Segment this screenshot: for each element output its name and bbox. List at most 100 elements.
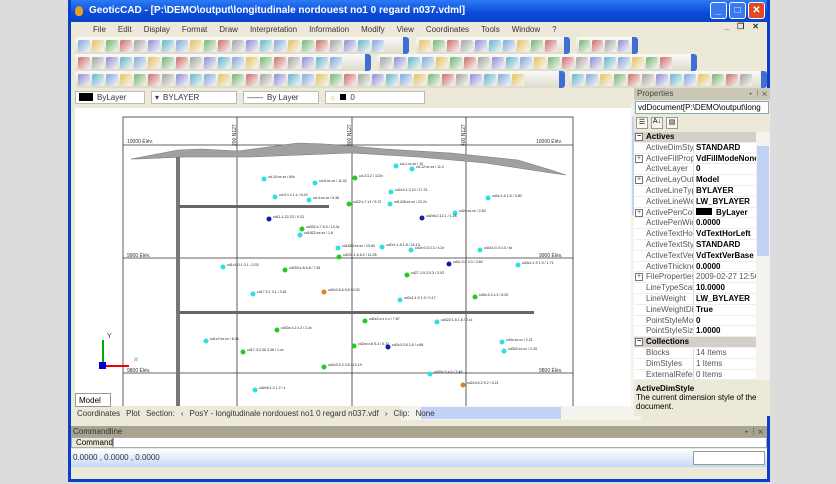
drill-point[interactable] bbox=[321, 364, 327, 370]
property-row[interactable]: ActiveLineWeightLW_BYLAYER bbox=[634, 196, 756, 208]
mdi-minimize-icon[interactable]: _ bbox=[725, 22, 729, 31]
drill-point[interactable] bbox=[472, 294, 478, 300]
menu-file[interactable]: File bbox=[93, 25, 106, 34]
toolbar-button-icon[interactable] bbox=[260, 56, 272, 69]
drill-point[interactable] bbox=[274, 327, 280, 333]
toolbar-button-icon[interactable] bbox=[503, 39, 515, 52]
toolbar-button-icon[interactable] bbox=[92, 39, 104, 52]
drill-point[interactable] bbox=[404, 272, 410, 278]
toolbar-button-icon[interactable] bbox=[506, 56, 518, 69]
expand-icon[interactable]: + bbox=[635, 176, 643, 185]
drill-point[interactable] bbox=[261, 176, 267, 182]
panel-controls[interactable]: ▾ ᛁ ✕ bbox=[748, 88, 767, 100]
toolbar-button-icon[interactable] bbox=[419, 39, 431, 52]
command-input[interactable] bbox=[113, 437, 767, 448]
property-value[interactable]: 0.0000 bbox=[694, 262, 756, 272]
toolbar-button-icon[interactable] bbox=[456, 73, 468, 86]
drill-point[interactable] bbox=[335, 245, 341, 251]
toolbar-button-icon[interactable] bbox=[260, 39, 272, 52]
toolbar-button-icon[interactable] bbox=[628, 73, 640, 86]
categorized-icon[interactable]: ☰ bbox=[636, 117, 648, 129]
property-row[interactable]: DimStyles 1 Items bbox=[634, 358, 756, 370]
coordinates-button[interactable]: Coordinates bbox=[77, 409, 120, 418]
drill-point[interactable] bbox=[460, 382, 466, 388]
layer-select[interactable]: ☼ 0 bbox=[325, 90, 425, 104]
toolbar-button-icon[interactable] bbox=[670, 73, 682, 86]
toolbar-button-icon[interactable] bbox=[358, 73, 370, 86]
toolbar-button-icon[interactable] bbox=[400, 73, 412, 86]
toolbar-button-icon[interactable] bbox=[232, 39, 244, 52]
property-row[interactable]: + ActiveLayOut Model bbox=[634, 175, 756, 186]
property-value[interactable]: 0 Items bbox=[694, 370, 756, 380]
toolbar-button-icon[interactable] bbox=[302, 73, 314, 86]
toolbar-button-icon[interactable] bbox=[372, 39, 384, 52]
toolbar-button-icon[interactable] bbox=[517, 39, 529, 52]
toolbar-button-icon[interactable] bbox=[386, 73, 398, 86]
toolbar-button-icon[interactable] bbox=[176, 56, 188, 69]
drill-point[interactable] bbox=[272, 194, 278, 200]
drill-point[interactable] bbox=[485, 195, 491, 201]
mdi-close-icon[interactable]: ✕ bbox=[752, 22, 759, 31]
maximize-button[interactable]: □ bbox=[729, 2, 746, 19]
drill-point[interactable] bbox=[297, 232, 303, 238]
toolbar-button-icon[interactable] bbox=[120, 39, 132, 52]
drawing-canvas[interactable]: 10000 Élév. 10000 Élév. 9900 Élév. 9900 … bbox=[75, 108, 631, 418]
toolbar-button-icon[interactable] bbox=[408, 56, 420, 69]
menu-draw[interactable]: Draw bbox=[219, 25, 238, 34]
toolbar-button-icon[interactable] bbox=[344, 73, 356, 86]
toolbar-button-icon[interactable] bbox=[190, 73, 202, 86]
property-value[interactable]: 0.0000 bbox=[694, 218, 756, 228]
drill-point[interactable] bbox=[515, 262, 521, 268]
property-row[interactable]: PointStyleSize 1.0000 bbox=[634, 326, 756, 338]
toolbar-button-icon[interactable] bbox=[274, 39, 286, 52]
toolbar-button-icon[interactable] bbox=[618, 39, 629, 52]
toolbar-button-icon[interactable] bbox=[498, 73, 510, 86]
property-row[interactable]: LineWeight LW_BYLAYER bbox=[634, 293, 756, 305]
toolbar-button-icon[interactable] bbox=[712, 73, 724, 86]
toolbar-button-icon[interactable] bbox=[232, 73, 244, 86]
toolbar-button-icon[interactable] bbox=[162, 39, 174, 52]
drill-point[interactable] bbox=[240, 349, 246, 355]
menu-edit[interactable]: Edit bbox=[118, 25, 132, 34]
toolbar-button-icon[interactable] bbox=[600, 73, 612, 86]
toolbar-button-icon[interactable] bbox=[394, 56, 406, 69]
toolbar-button-icon[interactable] bbox=[246, 39, 258, 52]
toolbar-button-icon[interactable] bbox=[489, 39, 501, 52]
property-row[interactable]: LineTypeScale 10.0000 bbox=[634, 283, 756, 294]
toolbar-button-icon[interactable] bbox=[656, 73, 668, 86]
toolbar-button-icon[interactable] bbox=[531, 39, 543, 52]
toolbar-button-icon[interactable] bbox=[478, 56, 490, 69]
toolbar-button-icon[interactable] bbox=[92, 73, 104, 86]
toolbar-button-icon[interactable] bbox=[218, 39, 230, 52]
drill-point[interactable] bbox=[306, 197, 312, 203]
drill-point[interactable] bbox=[501, 348, 507, 354]
toolbar-button-icon[interactable] bbox=[92, 56, 104, 69]
property-value[interactable]: VdTextHorLeft bbox=[694, 229, 756, 239]
drill-point[interactable] bbox=[393, 163, 399, 169]
toolbar-button-icon[interactable] bbox=[316, 39, 328, 52]
property-row[interactable]: ActiveDimStyleSTANDARD bbox=[634, 142, 756, 154]
toolbar-button-icon[interactable] bbox=[330, 73, 342, 86]
toolbar-button-icon[interactable] bbox=[162, 73, 174, 86]
drill-point[interactable] bbox=[203, 338, 209, 344]
toolbar-button-icon[interactable] bbox=[302, 39, 314, 52]
property-value[interactable]: True bbox=[694, 305, 756, 315]
toolbar-button-icon[interactable] bbox=[176, 73, 188, 86]
menu-coordinates[interactable]: Coordinates bbox=[426, 25, 469, 34]
section-drawing[interactable]: 10000 Élév. 10000 Élév. 9900 Élév. 9900 … bbox=[75, 108, 631, 418]
toolbar-button-icon[interactable] bbox=[484, 73, 496, 86]
toolbar-button-icon[interactable] bbox=[134, 39, 146, 52]
panel-controls[interactable]: ▾ ᛁ ✕ bbox=[744, 426, 763, 437]
toolbar-button-icon[interactable] bbox=[274, 73, 286, 86]
toolbar-button-icon[interactable] bbox=[442, 73, 454, 86]
toolbar-button-icon[interactable] bbox=[274, 56, 286, 69]
property-value[interactable]: ByLayer bbox=[694, 207, 756, 218]
close-button[interactable]: ✕ bbox=[748, 2, 765, 19]
toolbar-button-icon[interactable] bbox=[512, 73, 524, 86]
minimize-button[interactable]: _ bbox=[710, 2, 727, 19]
property-row[interactable]: +ActivePenColorByLayer bbox=[634, 207, 756, 219]
toolbar-button-icon[interactable] bbox=[78, 73, 90, 86]
toolbar-button-icon[interactable] bbox=[246, 73, 258, 86]
drill-point[interactable] bbox=[266, 216, 272, 222]
mdi-restore-icon[interactable]: ❐ bbox=[737, 22, 744, 31]
